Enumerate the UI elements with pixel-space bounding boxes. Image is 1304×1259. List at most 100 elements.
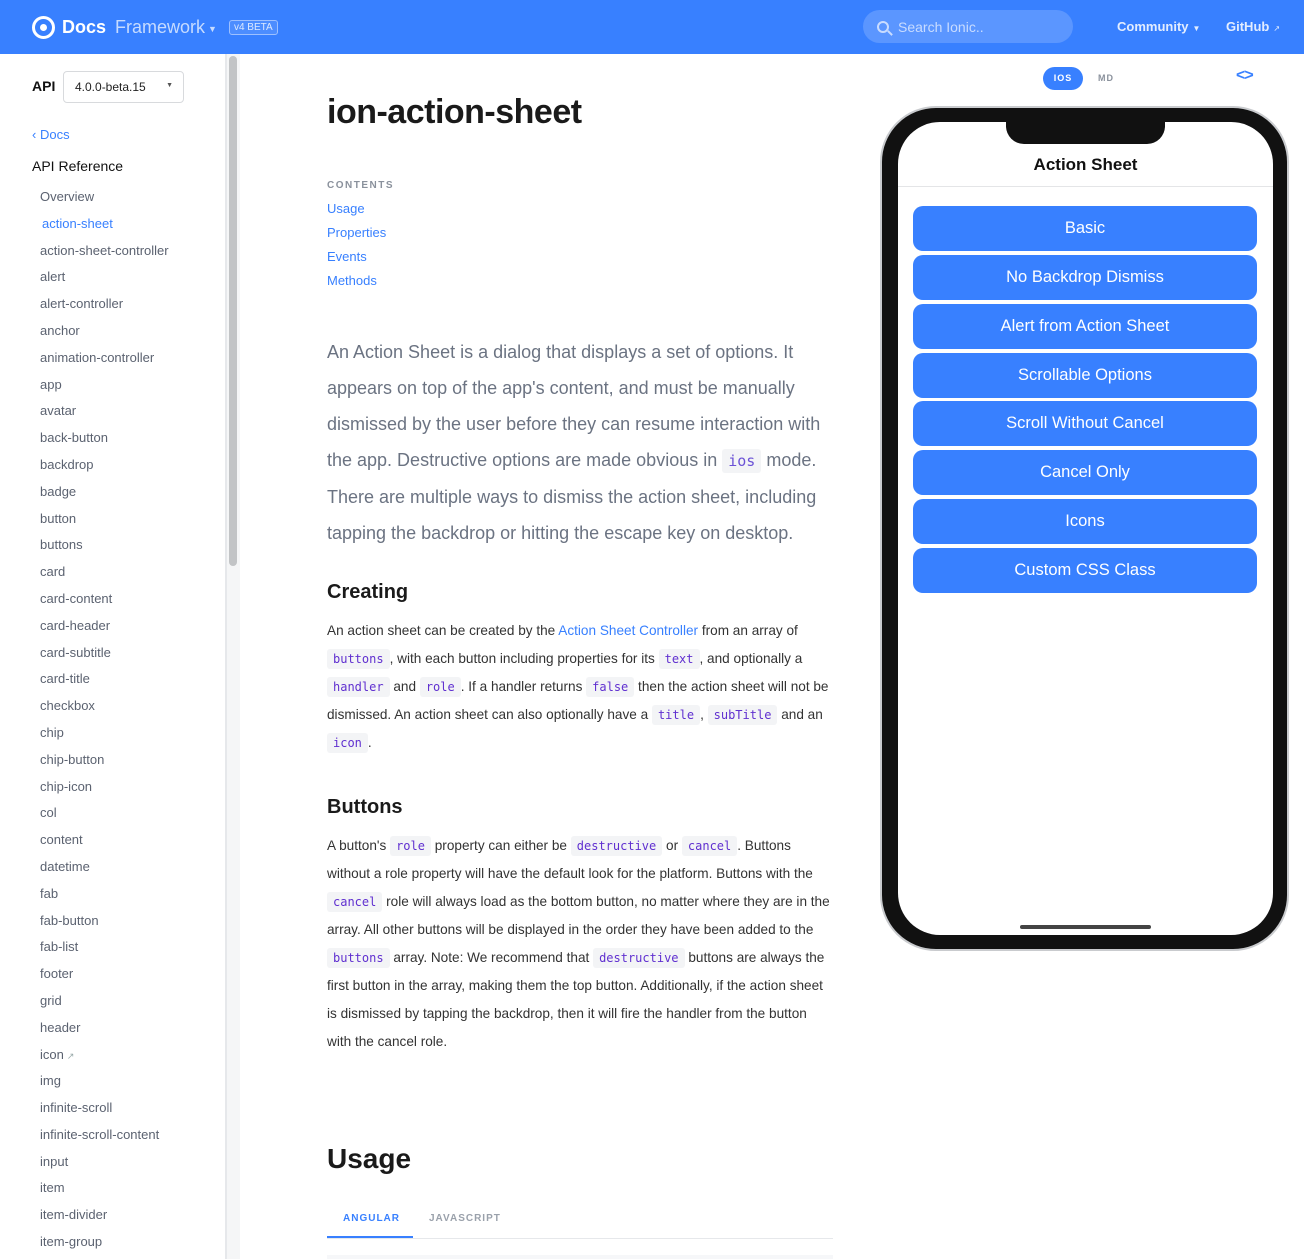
code-ios: ios: [722, 449, 762, 473]
sidebar-item-card-header[interactable]: card-header: [40, 618, 169, 646]
contents-link-events[interactable]: Events: [327, 249, 386, 273]
contents-link-properties[interactable]: Properties: [327, 225, 386, 249]
sidebar-item-card[interactable]: card: [40, 565, 169, 592]
action-sheet-controller-link[interactable]: Action Sheet Controller: [558, 623, 698, 638]
demo-button-no-backdrop-dismiss[interactable]: No Backdrop Dismiss: [913, 254, 1257, 300]
dropdown-caret-icon: ▼: [166, 82, 173, 89]
sidebar-item-label: button: [40, 510, 77, 526]
device-frame: Action Sheet Basic No Backdrop Dismiss Ale…: [880, 106, 1289, 951]
demo-button-cancel-only[interactable]: Cancel Only: [913, 450, 1257, 496]
chevron-down-icon: ▼: [208, 23, 217, 34]
brand-framework-menu[interactable]: Framework: [115, 17, 205, 38]
sidebar-item-infinite-scroll[interactable]: infinite-scroll: [40, 1101, 169, 1128]
usage-code-block: [327, 1255, 833, 1259]
screen-title: Action Sheet: [1033, 155, 1138, 174]
sidebar-item-content[interactable]: content: [40, 833, 169, 860]
tab-javascript[interactable]: JAVASCRIPT: [429, 1213, 501, 1224]
search-box[interactable]: [863, 10, 1073, 43]
back-to-docs-link[interactable]: ‹ Docs: [32, 127, 70, 142]
sidebar-item-label: action-sheet-controller: [40, 242, 169, 258]
demo-button-custom-css-class[interactable]: Custom CSS Class: [913, 547, 1257, 593]
sidebar-item-button[interactable]: button: [40, 510, 169, 539]
sidebar-item-checkbox[interactable]: checkbox: [40, 699, 169, 726]
demo-button-scroll-without-cancel[interactable]: Scroll Without Cancel: [913, 401, 1257, 447]
sidebar-item-fab-list[interactable]: fab-list: [40, 940, 169, 967]
contents-link-usage[interactable]: Usage: [327, 201, 386, 225]
sidebar-item-header[interactable]: header: [40, 1019, 169, 1048]
sidebar-item-card-subtitle[interactable]: card-subtitle: [40, 645, 169, 673]
sidebar-scrollbar-thumb[interactable]: [229, 56, 237, 566]
mode-md-toggle[interactable]: MD: [1098, 73, 1114, 83]
chevron-down-icon: ▼: [1192, 24, 1201, 33]
sidebar-item-label: fab-button: [40, 912, 99, 928]
sidebar-item-datetime[interactable]: datetime: [40, 859, 169, 887]
demo-button-icons[interactable]: Icons: [913, 499, 1257, 545]
sidebar-item-back-button[interactable]: back-button: [40, 431, 169, 458]
demo-button-basic[interactable]: Basic: [913, 206, 1257, 251]
nav-github[interactable]: GitHub ↗: [1226, 19, 1280, 34]
sidebar-item-card-title[interactable]: card-title: [40, 672, 169, 699]
sidebar-item-alert[interactable]: alert: [40, 270, 169, 297]
sidebar-item-chip-button[interactable]: chip-button: [40, 752, 169, 780]
demo-button-list: Basic No Backdrop Dismiss Alert from Actio…: [913, 206, 1257, 597]
sidebar-item-app[interactable]: app: [40, 377, 169, 405]
sidebar-item-buttons[interactable]: buttons: [40, 538, 169, 565]
sidebar-item-fab-button[interactable]: fab-button: [40, 912, 169, 941]
creating-paragraph: An action sheet can be created by the Ac…: [327, 617, 833, 757]
demo-button-scrollable-options[interactable]: Scrollable Options: [913, 352, 1257, 398]
sidebar-item-icon[interactable]: icon ↗: [40, 1047, 169, 1075]
code-toggle-icon[interactable]: <>: [1236, 67, 1254, 85]
tab-angular[interactable]: ANGULAR: [343, 1213, 400, 1224]
version-select[interactable]: 4.0.0-beta.15 ▼: [63, 71, 184, 103]
sidebar-item-label: buttons: [40, 537, 83, 553]
sidebar-item-label: col: [40, 805, 57, 821]
device-screen: Action Sheet Basic No Backdrop Dismiss Ale…: [898, 122, 1273, 935]
brand[interactable]: Docs Framework ▼ v4 BETA: [32, 14, 278, 40]
sidebar-item-grid[interactable]: grid: [40, 993, 169, 1021]
sidebar-item-action-sheet-controller[interactable]: action-sheet-controller: [40, 242, 169, 271]
sidebar-item-item-divider[interactable]: item-divider: [40, 1208, 169, 1235]
sidebar-item-label: infinite-scroll: [40, 1100, 113, 1116]
nav-community[interactable]: Community ▼: [1117, 19, 1200, 34]
api-label: API: [32, 78, 56, 94]
sidebar: API 4.0.0-beta.15 ▼ ‹ Docs API Reference…: [0, 54, 226, 1259]
sidebar-item-item-group[interactable]: item-group: [40, 1235, 169, 1259]
home-indicator: [1020, 925, 1151, 929]
top-navbar: Docs Framework ▼ v4 BETA Community▼ GitH…: [0, 0, 1304, 54]
sidebar-item-animation-controller[interactable]: animation-controller: [40, 349, 169, 378]
sidebar-item-badge[interactable]: badge: [40, 484, 169, 512]
intro-paragraph: An Action Sheet is a dialog that display…: [327, 342, 821, 543]
beta-badge: v4 BETA: [228, 19, 278, 35]
sidebar-item-chip-icon[interactable]: chip-icon: [40, 779, 169, 807]
demo-button-alert-from-action-sheet[interactable]: Alert from Action Sheet: [913, 303, 1257, 349]
sidebar-item-avatar[interactable]: avatar: [40, 404, 169, 431]
sidebar-item-img[interactable]: img: [40, 1074, 169, 1101]
sidebar-item-label: back-button: [40, 430, 108, 446]
buttons-heading: Buttons: [327, 796, 403, 818]
sidebar-item-col[interactable]: col: [40, 806, 169, 833]
sidebar-item-label: anchor: [40, 322, 80, 338]
sidebar-item-backdrop[interactable]: backdrop: [40, 457, 169, 485]
sidebar-item-overview[interactable]: Overview: [40, 190, 169, 217]
sidebar-item-chip[interactable]: chip: [40, 725, 169, 753]
sidebar-item-card-content[interactable]: card-content: [40, 591, 169, 619]
sidebar-item-action-sheet[interactable]: action-sheet: [42, 216, 169, 244]
sidebar-item-infinite-scroll-content[interactable]: infinite-scroll-content: [40, 1127, 169, 1155]
ionic-logo-icon: [32, 15, 55, 39]
sidebar-item-input[interactable]: input: [40, 1154, 169, 1182]
brand-docs: Docs: [62, 16, 107, 37]
nav-community-label: Community: [1117, 19, 1189, 34]
mode-ios-toggle[interactable]: IOS: [1043, 67, 1083, 90]
sidebar-item-label: animation-controller: [40, 349, 155, 365]
search-input[interactable]: [898, 18, 1058, 35]
sidebar-item-footer[interactable]: footer: [40, 967, 169, 994]
sidebar-item-anchor[interactable]: anchor: [40, 322, 169, 351]
device-notch: [1006, 122, 1165, 144]
contents-link-methods[interactable]: Methods: [327, 273, 386, 297]
sidebar-item-label: header: [40, 1019, 81, 1035]
sidebar-item-item[interactable]: item: [40, 1181, 169, 1208]
sidebar-item-fab[interactable]: fab: [40, 886, 169, 914]
sidebar-item-label: card-title: [40, 671, 90, 687]
sidebar-item-alert-controller[interactable]: alert-controller: [40, 297, 169, 324]
sidebar-item-label: card: [40, 564, 66, 580]
